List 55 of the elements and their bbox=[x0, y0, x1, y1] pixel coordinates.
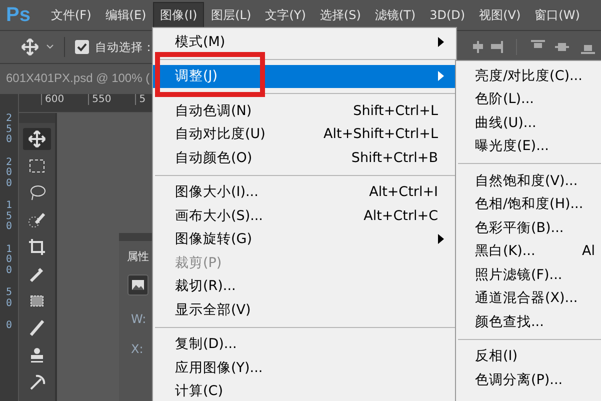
menu-entry[interactable]: 自动颜色(O) Shift+Ctrl+B bbox=[153, 146, 456, 170]
menu-entry[interactable]: 图像旋转(G) bbox=[153, 228, 456, 251]
menu-entry[interactable]: 应用图像(Y)... bbox=[153, 356, 456, 380]
app-logo: Ps bbox=[6, 4, 32, 26]
menu-entry[interactable]: 自然饱和度(V)... bbox=[456, 169, 601, 192]
menu-entry[interactable]: 亮度/对比度(C)... bbox=[456, 64, 601, 88]
menu-item[interactable]: 图层(L) bbox=[204, 2, 258, 28]
menu-entry[interactable]: 图像大小(I)... Alt+Ctrl+I bbox=[153, 180, 456, 204]
ruler-number: 600 bbox=[41, 94, 64, 105]
menu-entry[interactable]: 显示全部(V) bbox=[153, 298, 456, 322]
menu-entry[interactable]: 自动色调(N) Shift+Ctrl+L bbox=[153, 99, 456, 122]
menu-item[interactable]: 文字(Y) bbox=[258, 2, 313, 28]
field-label: W: bbox=[130, 312, 146, 326]
move-tool-icon[interactable] bbox=[23, 128, 51, 150]
panel-title: 属性 bbox=[127, 249, 149, 264]
menu-entry[interactable]: 复制(D)... bbox=[153, 332, 456, 356]
field-label: X: bbox=[130, 342, 144, 356]
menu-entry[interactable]: 模式(M) bbox=[153, 30, 456, 54]
image-icon[interactable] bbox=[127, 274, 149, 296]
menu-entry[interactable]: 计算(C) bbox=[153, 380, 456, 401]
menu-entry[interactable]: 黑白(K)... Al bbox=[456, 240, 601, 263]
menu-entry[interactable]: 反相(I) bbox=[456, 344, 601, 368]
menu-entry[interactable]: 颜色查找... bbox=[456, 310, 601, 334]
menu-entry[interactable]: 调整(J) bbox=[153, 64, 456, 88]
auto-select-label: 自动选择： bbox=[95, 40, 155, 54]
menu-entry[interactable]: 曝光度(E)... bbox=[456, 134, 601, 158]
menu-entry[interactable]: 色调分离(P)... bbox=[456, 368, 601, 392]
menu-item[interactable]: 3D(D) bbox=[422, 3, 472, 27]
move-icon[interactable] bbox=[20, 37, 40, 57]
menu-item[interactable]: 视图(V) bbox=[472, 2, 528, 28]
ruler-number: 150 bbox=[6, 201, 12, 232]
ruler-number: 100 bbox=[6, 244, 12, 276]
menu-entry[interactable]: 通道混合器(X)... bbox=[456, 286, 601, 310]
ruler-number: 5 bbox=[135, 94, 146, 105]
menu-entry[interactable]: 色相/饱和度(H)... bbox=[456, 192, 601, 216]
menu-item[interactable]: 图像(I) bbox=[153, 2, 204, 28]
menu-item[interactable]: 滤镜(T) bbox=[368, 2, 423, 28]
checkbox[interactable] bbox=[75, 40, 89, 54]
menu-entry[interactable]: 画布大小(S)... Alt+Ctrl+C bbox=[153, 204, 456, 228]
menu-item[interactable]: 文件(F) bbox=[44, 2, 98, 28]
ruler-number: 0 bbox=[6, 321, 12, 332]
ruler-number: 250 bbox=[6, 114, 12, 146]
caret-icon[interactable] bbox=[46, 44, 54, 50]
menu-entry[interactable]: 照片滤镜(F)... bbox=[456, 263, 601, 286]
menu-entry[interactable]: 色阶(L)... bbox=[456, 88, 601, 111]
menu-entry[interactable]: 裁切(R)... bbox=[153, 274, 456, 298]
menu-item[interactable]: 选择(S) bbox=[312, 2, 368, 28]
ruler-number: 200 bbox=[6, 158, 12, 189]
menu-item[interactable]: 窗口(W) bbox=[528, 2, 587, 28]
menu-entry[interactable]: 色彩平衡(B)... bbox=[456, 216, 601, 240]
ruler-number: 50 bbox=[6, 288, 12, 309]
menu-entry[interactable]: 曲线(U)... bbox=[456, 111, 601, 134]
menu-item[interactable]: 编辑(E) bbox=[98, 2, 154, 28]
menu-entry[interactable]: 自动对比度(U) Alt+Shift+Ctrl+L bbox=[153, 122, 456, 146]
ruler-number: 550 bbox=[88, 94, 112, 105]
